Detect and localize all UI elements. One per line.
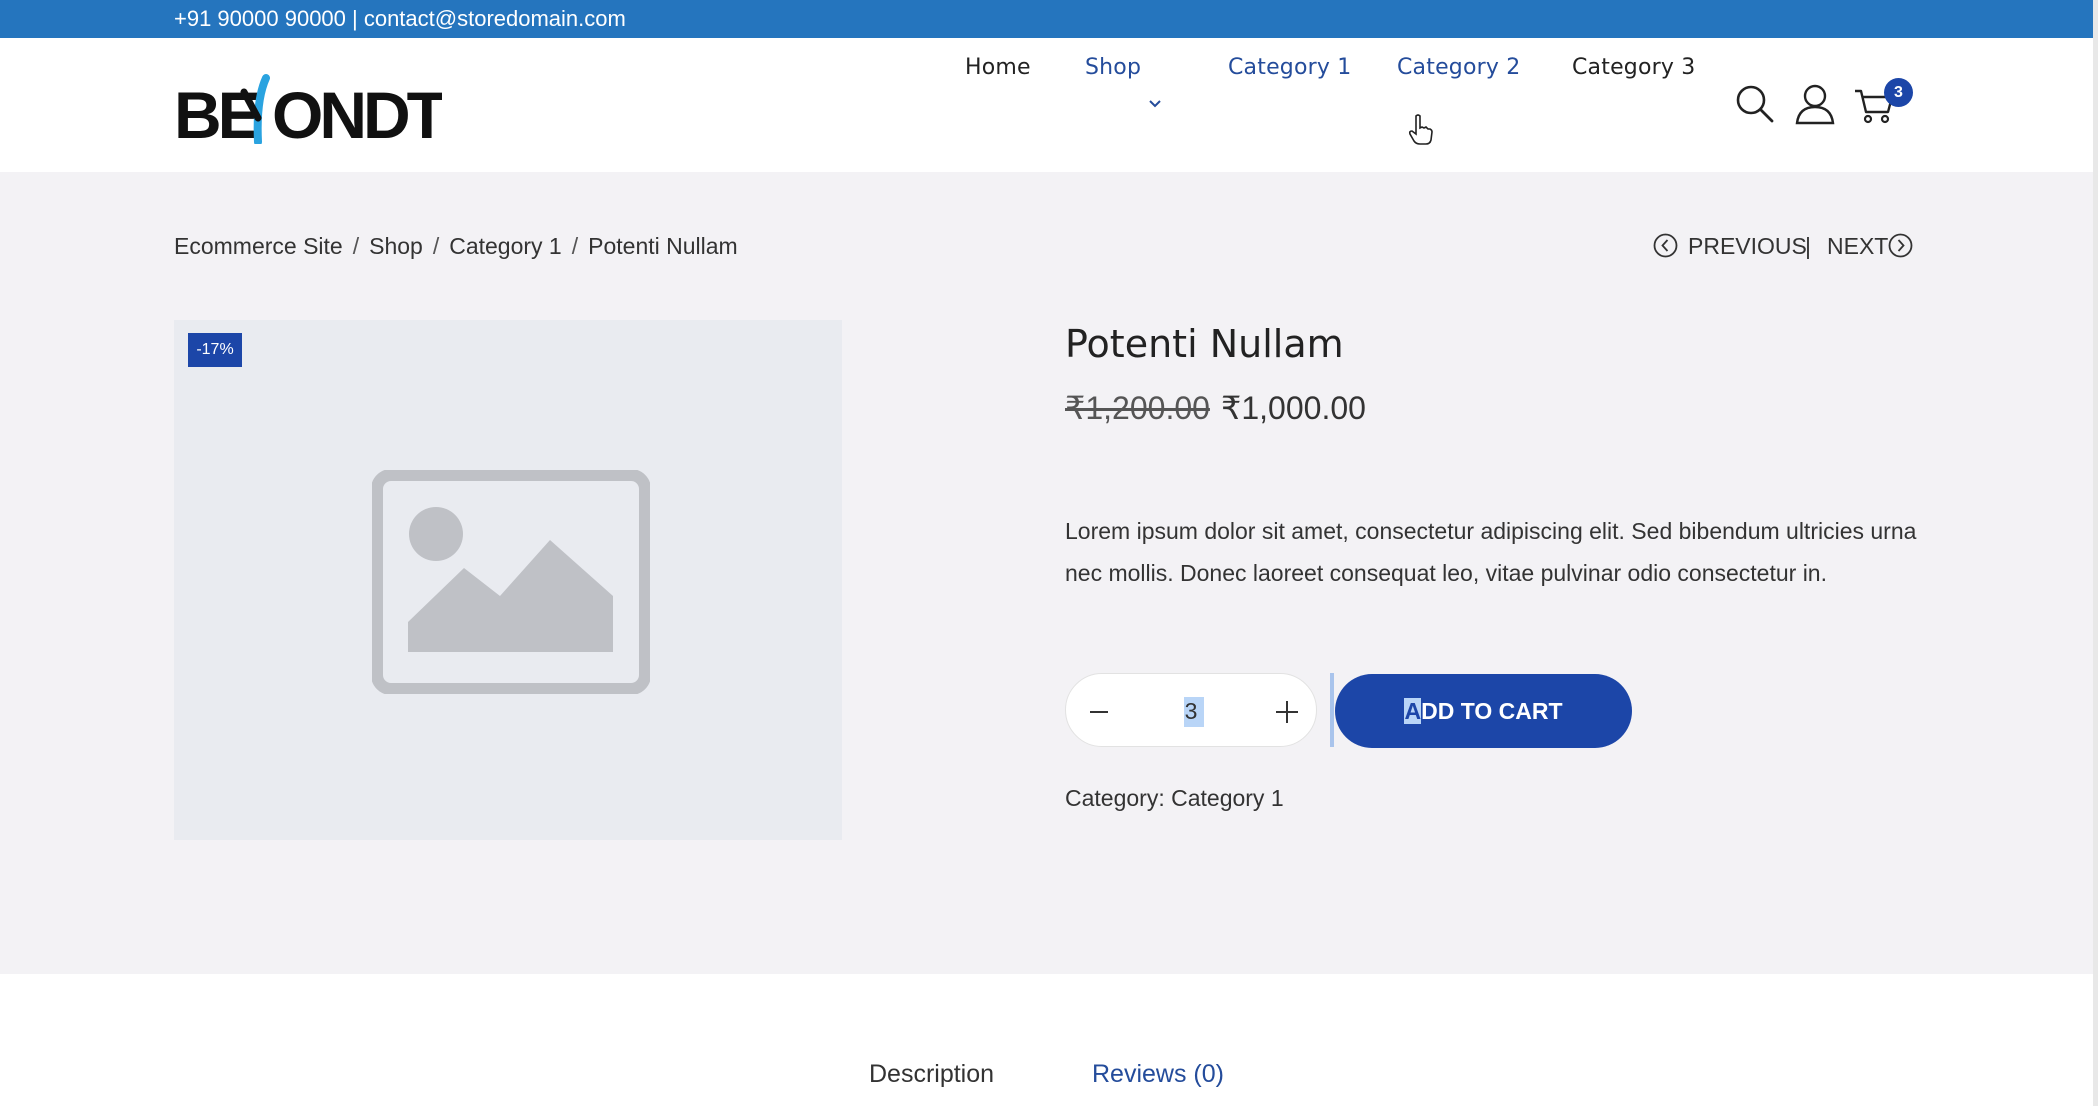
category-label: Category:	[1065, 785, 1165, 811]
image-placeholder-icon	[372, 470, 650, 694]
breadcrumb-category[interactable]: Category 1	[449, 233, 562, 259]
add-to-cart-label: DD TO CART	[1421, 697, 1563, 724]
svg-text:BE: BE	[174, 78, 260, 144]
nav-category-1[interactable]: Category 1	[1228, 55, 1351, 80]
nav-home[interactable]: Home	[965, 55, 1031, 80]
plus-icon[interactable]	[1272, 697, 1302, 727]
next-link[interactable]: NEXT	[1827, 233, 1888, 260]
chevron-right-circle-icon[interactable]	[1888, 233, 1913, 258]
pager-separator: |	[1805, 233, 1811, 259]
svg-text:ONDT: ONDT	[272, 78, 442, 144]
scrollbar[interactable]	[2093, 0, 2098, 1106]
category-link[interactable]: Category 1	[1171, 785, 1284, 811]
site-header: BE ONDT	[0, 38, 2093, 173]
text-caret	[1330, 673, 1334, 747]
chevron-down-icon[interactable]	[1147, 96, 1163, 112]
breadcrumb-current: Potenti Nullam	[588, 233, 738, 259]
quantity-input[interactable]	[1165, 694, 1217, 728]
user-icon[interactable]	[1795, 83, 1835, 125]
product-description: Lorem ipsum dolor sit amet, consectetur …	[1065, 518, 1917, 586]
chevron-left-circle-icon[interactable]	[1653, 233, 1678, 258]
contact-text: +91 90000 90000 | contact@storedomain.co…	[174, 6, 626, 31]
minus-icon[interactable]	[1084, 697, 1114, 727]
add-to-cart-button[interactable]: ADD TO CART	[1335, 674, 1632, 748]
tab-description[interactable]: Description	[869, 1060, 994, 1089]
previous-link[interactable]: PREVIOUS	[1688, 233, 1807, 260]
hand-cursor-icon	[1408, 114, 1433, 145]
breadcrumb-separator: /	[432, 233, 440, 259]
beyondt-logo[interactable]: BE ONDT	[174, 70, 442, 144]
old-price: ₹1,200.00	[1065, 390, 1210, 426]
tab-reviews[interactable]: Reviews (0)	[1092, 1060, 1224, 1089]
product-image[interactable]	[174, 320, 842, 840]
product-category: Category: Category 1	[1065, 785, 1284, 812]
nav-shop[interactable]: Shop	[1085, 55, 1141, 80]
product-title: Potenti Nullam	[1065, 322, 1344, 366]
nav-category-3[interactable]: Category 3	[1572, 55, 1695, 80]
search-icon[interactable]	[1735, 84, 1775, 124]
breadcrumb-home[interactable]: Ecommerce Site	[174, 233, 343, 259]
breadcrumb-shop[interactable]: Shop	[369, 233, 423, 259]
top-contact-bar: +91 90000 90000 | contact@storedomain.co…	[0, 0, 2093, 38]
breadcrumb: Ecommerce Site / Shop / Category 1 / Potenti N…	[174, 233, 738, 260]
breadcrumb-separator: /	[352, 233, 360, 259]
add-to-cart-label-highlighted: A	[1404, 697, 1422, 724]
discount-badge: -17%	[188, 333, 242, 367]
cart-count-badge: 3	[1884, 78, 1913, 107]
sale-price: ₹1,000.00	[1221, 390, 1366, 426]
breadcrumb-separator: /	[571, 233, 579, 259]
nav-category-2[interactable]: Category 2	[1397, 55, 1520, 80]
